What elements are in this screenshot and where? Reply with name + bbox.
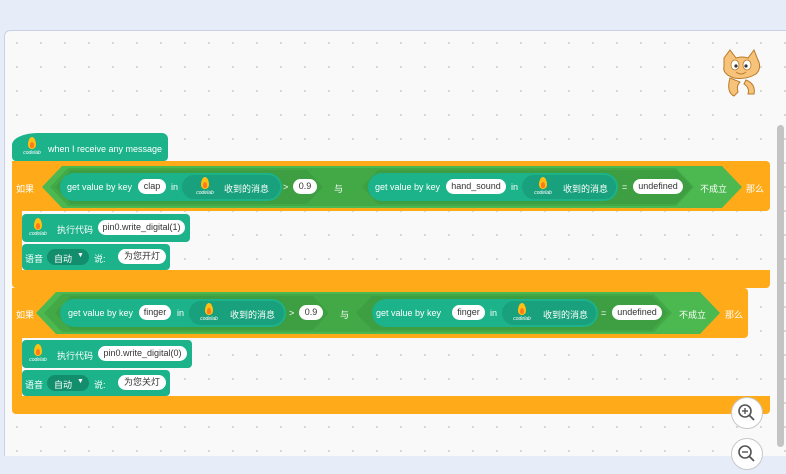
hat-block[interactable]: codelab when I receive any message: [12, 133, 168, 161]
message-label: 收到的消息: [230, 310, 276, 320]
if-block-1-bottom: [12, 270, 770, 288]
speech-block[interactable]: 语音 自动 ▼ 说: 为您开灯: [22, 244, 170, 270]
execute-code-block[interactable]: codelab 执行代码 pin0.write_digital(0): [22, 340, 192, 368]
greater-than-symbol: >: [283, 182, 289, 192]
then-label: 那么: [746, 184, 765, 194]
codelab-logo-icon: codelab: [28, 218, 48, 240]
codelab-logo-icon: codelab: [28, 344, 48, 366]
chevron-down-icon: ▼: [77, 252, 84, 259]
code-input[interactable]: pin0.write_digital(1): [98, 220, 185, 235]
get-value-label: get value by key: [68, 308, 134, 318]
in-label: in: [490, 308, 498, 318]
equals-symbol: =: [622, 182, 628, 192]
if-block-2-bottom: [12, 396, 770, 414]
greater-than-symbol: >: [289, 308, 295, 318]
in-label: in: [177, 308, 185, 318]
voice-dropdown-value: 自动: [54, 254, 73, 264]
message-label: 收到的消息: [543, 310, 589, 320]
voice-dropdown-value: 自动: [54, 380, 73, 390]
say-text-input[interactable]: 为您关灯: [118, 375, 166, 390]
compare-input[interactable]: undefined: [612, 305, 662, 320]
execute-code-block[interactable]: codelab 执行代码 pin0.write_digital(1): [22, 214, 190, 242]
voice-dropdown[interactable]: 自动 ▼: [47, 375, 89, 391]
in-label: in: [511, 182, 519, 192]
if-block-1-arm: [12, 211, 22, 271]
codelab-logo-icon: codelab: [533, 177, 553, 199]
message-label: 收到的消息: [224, 184, 270, 194]
zoom-out-icon: [738, 445, 755, 462]
if-label: 如果: [16, 310, 35, 320]
codelab-logo-icon: codelab: [22, 137, 42, 159]
if-block-2-arm: [12, 337, 22, 397]
key-input[interactable]: finger: [452, 305, 485, 320]
and-label: 与: [334, 184, 344, 194]
speech-block[interactable]: 语音 自动 ▼ 说: 为您关灯: [22, 370, 170, 396]
in-label: in: [171, 182, 179, 192]
say-text-input[interactable]: 为您开灯: [118, 249, 166, 264]
get-value-label: get value by key: [375, 182, 441, 192]
key-input[interactable]: finger: [139, 305, 171, 320]
not-label: 不成立: [700, 184, 728, 194]
say-label: 说:: [94, 254, 106, 264]
threshold-input[interactable]: 0.9: [293, 179, 317, 194]
voice-label: 语音: [25, 254, 44, 264]
compare-input[interactable]: undefined: [633, 179, 683, 194]
zoom-in-button[interactable]: [731, 397, 763, 429]
then-label: 那么: [725, 310, 744, 320]
voice-label: 语音: [25, 380, 44, 390]
zoom-in-icon: [738, 404, 755, 421]
key-input[interactable]: hand_sound: [446, 179, 506, 194]
code-input[interactable]: pin0.write_digital(0): [98, 346, 187, 361]
voice-dropdown[interactable]: 自动 ▼: [47, 249, 89, 265]
not-label: 不成立: [679, 310, 707, 320]
key-input[interactable]: clap: [138, 179, 166, 194]
say-label: 说:: [94, 380, 106, 390]
and-label: 与: [340, 310, 350, 320]
codelab-logo-icon: codelab: [199, 303, 219, 325]
execute-code-label: 执行代码: [57, 225, 94, 235]
equals-symbol: =: [601, 308, 607, 318]
chevron-down-icon: ▼: [77, 378, 84, 385]
vertical-scrollbar[interactable]: [777, 125, 784, 447]
codelab-logo-icon: codelab: [195, 177, 215, 199]
codelab-logo-icon: codelab: [512, 303, 532, 325]
message-label: 收到的消息: [563, 184, 609, 194]
execute-code-label: 执行代码: [57, 351, 94, 361]
hat-block-label: when I receive any message: [48, 144, 163, 154]
get-value-label: get value by key: [67, 182, 133, 192]
threshold-input[interactable]: 0.9: [299, 305, 323, 320]
zoom-out-button[interactable]: [731, 438, 763, 470]
scratch-cat-icon: [716, 48, 766, 100]
if-label: 如果: [16, 184, 35, 194]
get-value-label: get value by key: [376, 308, 442, 318]
